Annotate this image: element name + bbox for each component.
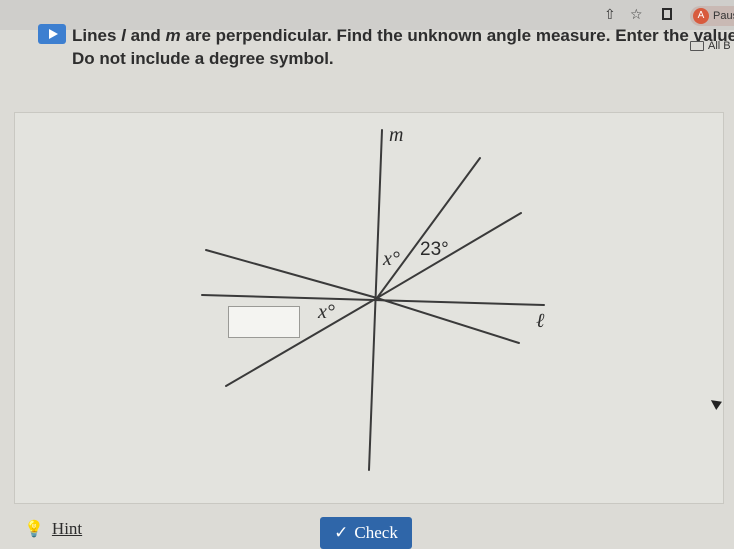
line-diagonal-a — [205, 249, 378, 299]
angle-label-x-left: x° — [317, 301, 335, 323]
check-label: Check — [354, 523, 398, 542]
label-m: m — [389, 124, 403, 146]
checkmark-icon: ✓ — [334, 523, 349, 542]
lightbulb-icon: 💡 — [24, 521, 44, 538]
ray-upper-right-steep — [376, 157, 481, 299]
angle-label-23: 23° — [420, 239, 449, 260]
line-diagonal-a-ext — [376, 297, 520, 344]
hint-label: Hint — [51, 519, 83, 538]
angle-diagram: m ℓ x° 23° x° — [201, 124, 545, 471]
check-button[interactable]: ✓ Check — [320, 517, 412, 549]
angle-label-x-top: x° — [382, 248, 400, 270]
label-l: ℓ — [536, 310, 545, 332]
answer-input[interactable] — [228, 306, 300, 338]
hint-button[interactable]: 💡 Hint — [24, 519, 82, 539]
